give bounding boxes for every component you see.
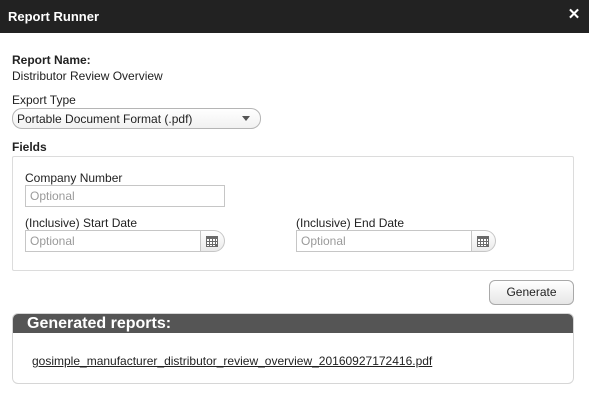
window-title: Report Runner [8,9,99,24]
start-date-label: (Inclusive) Start Date [25,216,138,230]
export-type-value: Portable Document Format (.pdf) [17,112,193,126]
generated-reports-header: Generated reports: [13,314,573,333]
report-name-label: Report Name: [12,53,91,67]
export-type-label: Export Type [12,93,76,107]
calendar-icon[interactable] [472,230,496,252]
fields-legend: Fields [12,140,47,154]
start-date-field [25,230,225,252]
generate-button[interactable]: Generate [489,280,574,305]
generated-reports-title: Generated reports: [27,315,172,332]
start-date-input[interactable] [25,230,201,252]
generated-reports-panel: Generated reports: gosimple_manufacturer… [12,313,574,384]
end-date-field [296,230,496,252]
end-date-label: (Inclusive) End Date [296,216,405,230]
chevron-down-icon [242,116,250,121]
export-type-select[interactable]: Portable Document Format (.pdf) [12,108,261,129]
calendar-icon[interactable] [201,230,225,252]
company-number-input[interactable] [25,185,225,207]
close-icon[interactable]: ✕ [567,7,581,22]
report-name-value: Distributor Review Overview [12,69,163,83]
company-number-label: Company Number [25,171,123,185]
fields-panel: Company Number (Inclusive) Start Date (I… [12,156,574,271]
generated-report-link[interactable]: gosimple_manufacturer_distributor_review… [32,354,432,368]
title-bar: Report Runner ✕ [0,0,589,33]
end-date-input[interactable] [296,230,472,252]
